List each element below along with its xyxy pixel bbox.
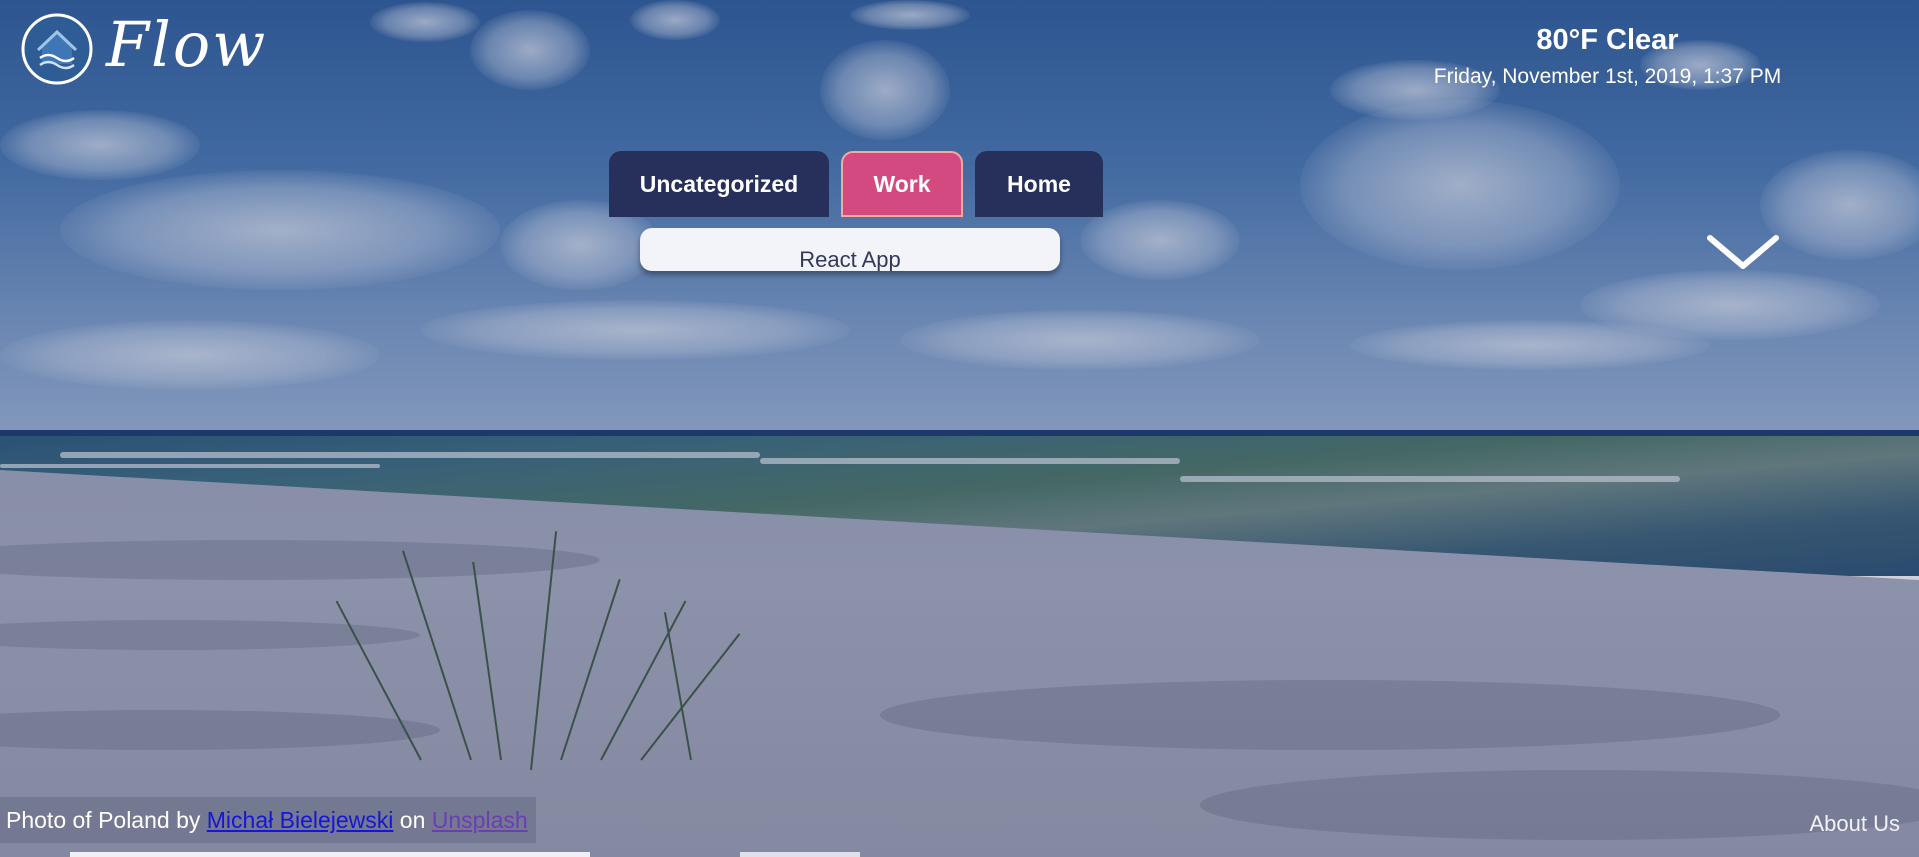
page: Flow 80°F Clear Friday, November 1st, 20… [0,0,1919,857]
app-card-label: React App [799,247,901,271]
tab-uncategorized[interactable]: Uncategorized [609,151,829,217]
chevron-down-icon[interactable] [1706,232,1780,272]
about-us-link[interactable]: About Us [1780,811,1901,837]
bottom-bar-segment [740,852,860,857]
house-waves-icon [21,13,93,85]
unsplash-link[interactable]: Unsplash [432,807,528,834]
author-link[interactable]: Michał Bielejewski [207,807,394,834]
bottom-bar-segment [70,852,590,857]
weather-widget: 80°F Clear Friday, November 1st, 2019, 1… [1300,20,1915,94]
category-tabs: Uncategorized Work Home [609,151,1103,217]
weather-condition: 80°F Clear [1536,24,1679,56]
background-dim-overlay [0,0,1919,857]
photo-credits: Photo of Poland by Michał Bielejewski on… [0,797,536,843]
tab-work[interactable]: Work [841,151,963,217]
credits-connector: on [393,806,432,833]
tab-home[interactable]: Home [975,151,1103,217]
credits-prefix: Photo of Poland by [6,806,207,833]
app-card-react-app[interactable]: React App [640,228,1060,271]
date-time: Friday, November 1st, 2019, 1:37 PM [1433,65,1782,88]
brand-name: Flow [106,8,268,81]
brand-logo[interactable]: Flow [20,12,267,86]
